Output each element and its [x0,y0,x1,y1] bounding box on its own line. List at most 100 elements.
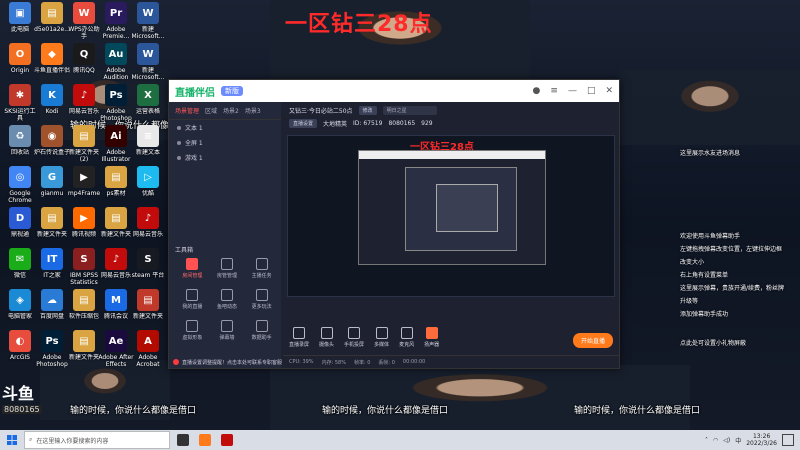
source-control[interactable]: 直播录屏 [289,327,309,348]
desktop-icon[interactable]: Au Adobe Audition [98,43,134,81]
desktop-icon[interactable]: S IBM SPSS Statistics 26 [66,248,102,286]
source-control[interactable]: 摄像头 [319,327,334,348]
desktop-icon[interactable]: ▶ mp4Frame [66,166,102,204]
desktop-icon[interactable]: ▤ 软件压缩包 [66,289,102,327]
source-control[interactable]: 扬声器 [424,327,439,348]
eye-icon[interactable] [177,125,181,130]
desktop-icon[interactable]: W 新建Microsoft... [130,2,166,40]
desktop-icon[interactable]: O Origin [2,43,38,81]
desktop-icon[interactable]: ▤ 新建文件夹 [98,207,134,245]
desktop-icon[interactable]: ▷ 优酷 [130,166,166,204]
desktop-icon[interactable]: ✱ SKSI运行工具 [2,84,38,122]
tab-scene-manage[interactable]: 场景管理 [175,106,199,115]
desktop-icon[interactable]: ≡ 新建文本 [130,125,166,163]
desktop-icon[interactable]: ◐ ArcGIS [2,330,38,368]
desktop-icon[interactable]: ◉ 炉石传说盒子 [34,125,70,163]
desktop-icon[interactable]: Q 腾讯QQ [66,43,102,81]
stream-settings-button[interactable]: 直播设置 [289,119,318,128]
youku-icon: ▷ [137,166,159,188]
maximize-icon[interactable]: □ [587,86,596,96]
source-control[interactable]: 手机投屏 [344,327,364,348]
desktop-icon[interactable]: Ps Adobe Photoshop [98,84,134,122]
category-input[interactable]: 明日之星 [382,106,437,115]
desktop-icon[interactable]: ▤ 新建文件夹 [130,289,166,327]
desktop-icon[interactable]: ▤ d5e01a2e... [34,2,70,40]
desktop-icon[interactable]: ♪ 网易云音乐 [130,207,166,245]
desktop-icon[interactable]: ♪ 网易云音乐 [98,248,134,286]
avatar-icon[interactable]: ● [533,86,541,96]
desktop-icon[interactable]: Ae Adobe After Effects [98,330,134,368]
network-icon[interactable]: ◠ [713,437,718,444]
clock[interactable]: 13:26 2022/3/26 [746,433,777,447]
desktop-icon[interactable]: ▤ 新建文件夹 [34,207,70,245]
clock-time: 13:26 [752,433,771,440]
desktop-icon[interactable]: ▣ 此电脑 [2,2,38,40]
desktop-icon[interactable]: ☁ 百度网盘 [34,289,70,327]
taskbar-app[interactable] [218,431,236,449]
desktop-icon[interactable]: K Kodi [34,84,70,122]
notification-icon[interactable] [782,434,794,446]
menu-icon[interactable]: ≡ [550,86,558,96]
tab-scene3[interactable]: 场景3 [245,106,261,115]
desktop-icon-label: 回收站 [10,149,29,156]
video-icon: ▶ [73,166,95,188]
desktop-icon[interactable]: M 腾讯会议 [98,289,134,327]
chevron-up-icon[interactable]: ˄ [705,437,708,444]
desktop-icon[interactable]: W 新建Microsoft... [130,43,166,81]
ime-indicator[interactable]: 中 [735,436,741,445]
go-live-button[interactable]: 开始直播 [572,333,613,348]
desktop-icon[interactable]: W WPS办公助手 [66,2,102,40]
tool-button[interactable]: 房管管理 [210,258,245,279]
tool-button[interactable]: 我的直播 [175,289,210,310]
desktop-icon[interactable]: ✉ 微信 [2,248,38,286]
tab-scene2[interactable]: 场景2 [223,106,239,115]
start-button[interactable] [0,430,24,450]
taskbar-app[interactable] [196,431,214,449]
source-control[interactable]: 麦克风 [399,327,414,348]
tool-button[interactable]: 数据助手 [244,320,279,341]
desktop-icon-label: 电脑管家 [7,313,32,320]
source-control[interactable]: 多媒体 [374,327,389,348]
taskbar-search[interactable]: ⌕ 在这里输入你要搜索的内容 [24,431,170,449]
desktop-icon[interactable]: Ggianmu [34,166,70,204]
scene-sidebar: 场景管理 区域 场景2 场景3 文本 1 全屏 1 游戏 1 工具箱 房间管理房… [169,102,281,368]
tool-button[interactable]: 主播任务 [244,258,279,279]
desktop-icon[interactable]: ♪ 网易云音乐 [66,84,102,122]
tool-button[interactable]: 房间管理 [175,258,210,279]
desktop-icon[interactable]: ▶ 腾讯视频 [66,207,102,245]
scene-item[interactable]: 游戏 1 [169,150,281,165]
desktop-icon[interactable]: ◈ 电脑管家 [2,289,38,327]
desktop-icon[interactable]: X 运营表格 [130,84,166,122]
hearthstone-icon: ◉ [41,125,63,147]
desktop-icon[interactable]: ▤ ps素材 [98,166,134,204]
desktop-icon[interactable]: D 鼎视通 [2,207,38,245]
desktop-icon[interactable]: ▤ 新建文件夹 [66,330,102,368]
desktop-icon[interactable]: ♻ 回收站 [2,125,38,163]
desktop-icon[interactable]: Ssteam 平台 [130,248,166,286]
desktop-icon[interactable]: Ai Adobe Illustrator [98,125,134,163]
tab-area[interactable]: 区域 [205,106,217,115]
scene-item[interactable]: 文本 1 [169,120,281,135]
desktop-icon[interactable]: ◎ Google Chrome [2,166,38,204]
tool-button[interactable]: 更多玩法 [244,289,279,310]
close-icon[interactable]: ✕ [605,86,613,96]
settings-reminder[interactable]: 直播设置调整提醒！点击本处可联系专职客服 [169,356,287,368]
eye-icon[interactable] [177,155,181,160]
edit-title-button[interactable]: 修改 [358,106,377,115]
desktop-icon[interactable]: ◆ 斗鱼直播伴侣 [34,43,70,81]
desktop-icon[interactable]: A Adobe Acrobat [130,330,166,368]
desktop-icon[interactable]: Ps Adobe Photoshop [34,330,70,368]
eye-icon[interactable] [177,140,181,145]
minimize-icon[interactable]: — [568,86,577,96]
taskbar-app[interactable] [174,431,192,449]
tool-button[interactable]: 鱼吧动态 [210,289,245,310]
desktop-icon[interactable]: ▤ 新建文件夹(2) [66,125,102,163]
status-item: CPU: 39% [289,359,314,365]
scene-item[interactable]: 全屏 1 [169,135,281,150]
stream-preview[interactable]: 一区钻三28点 [287,135,615,297]
tool-button[interactable]: 虚拟形象 [175,320,210,341]
tool-button[interactable]: 弹幕墙 [210,320,245,341]
volume-icon[interactable]: ◁) [723,437,730,444]
desktop-icon[interactable]: IT IT之家 [34,248,70,286]
desktop-icon[interactable]: Pr Adobe Premie... [98,2,134,40]
